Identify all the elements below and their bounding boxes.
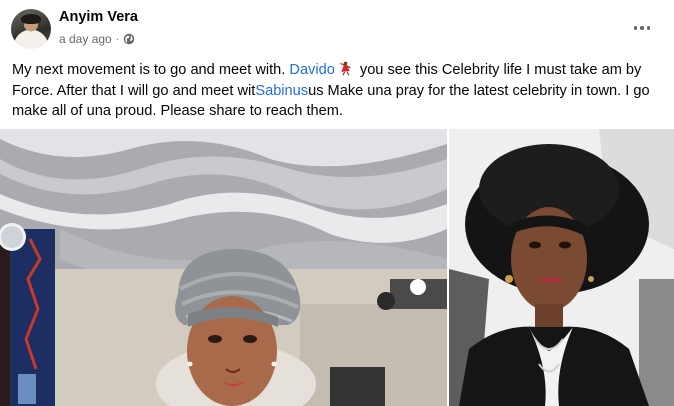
more-options-icon	[633, 26, 638, 30]
post-meta: a day ago ·	[59, 32, 135, 46]
avatar-hat-shape	[21, 14, 41, 24]
post-header: Anyim Vera a day ago ·	[0, 0, 674, 56]
meta-separator: ·	[115, 33, 120, 45]
woman-in-grey-headwrap-photo[interactable]	[0, 129, 447, 406]
more-options-button[interactable]	[627, 13, 657, 43]
mention-sabinus[interactable]: Sabinus	[255, 83, 308, 99]
post-text: My next movement is to go and meet with.…	[12, 60, 666, 122]
globe-icon[interactable]	[123, 33, 135, 45]
post-timestamp[interactable]: a day ago	[59, 32, 112, 46]
author-name[interactable]: Anyim Vera	[59, 9, 138, 25]
facebook-post: Anyim Vera a day ago · My next movement …	[0, 0, 674, 406]
post-photos	[0, 129, 674, 406]
post-text-part-1: My next movement is to go and meet with.	[12, 62, 290, 78]
avatar[interactable]	[11, 9, 51, 49]
mention-davido[interactable]: Davido	[289, 62, 334, 78]
woman-in-black-hat-photo[interactable]	[449, 129, 674, 406]
dancer-emoji-icon	[340, 61, 351, 76]
